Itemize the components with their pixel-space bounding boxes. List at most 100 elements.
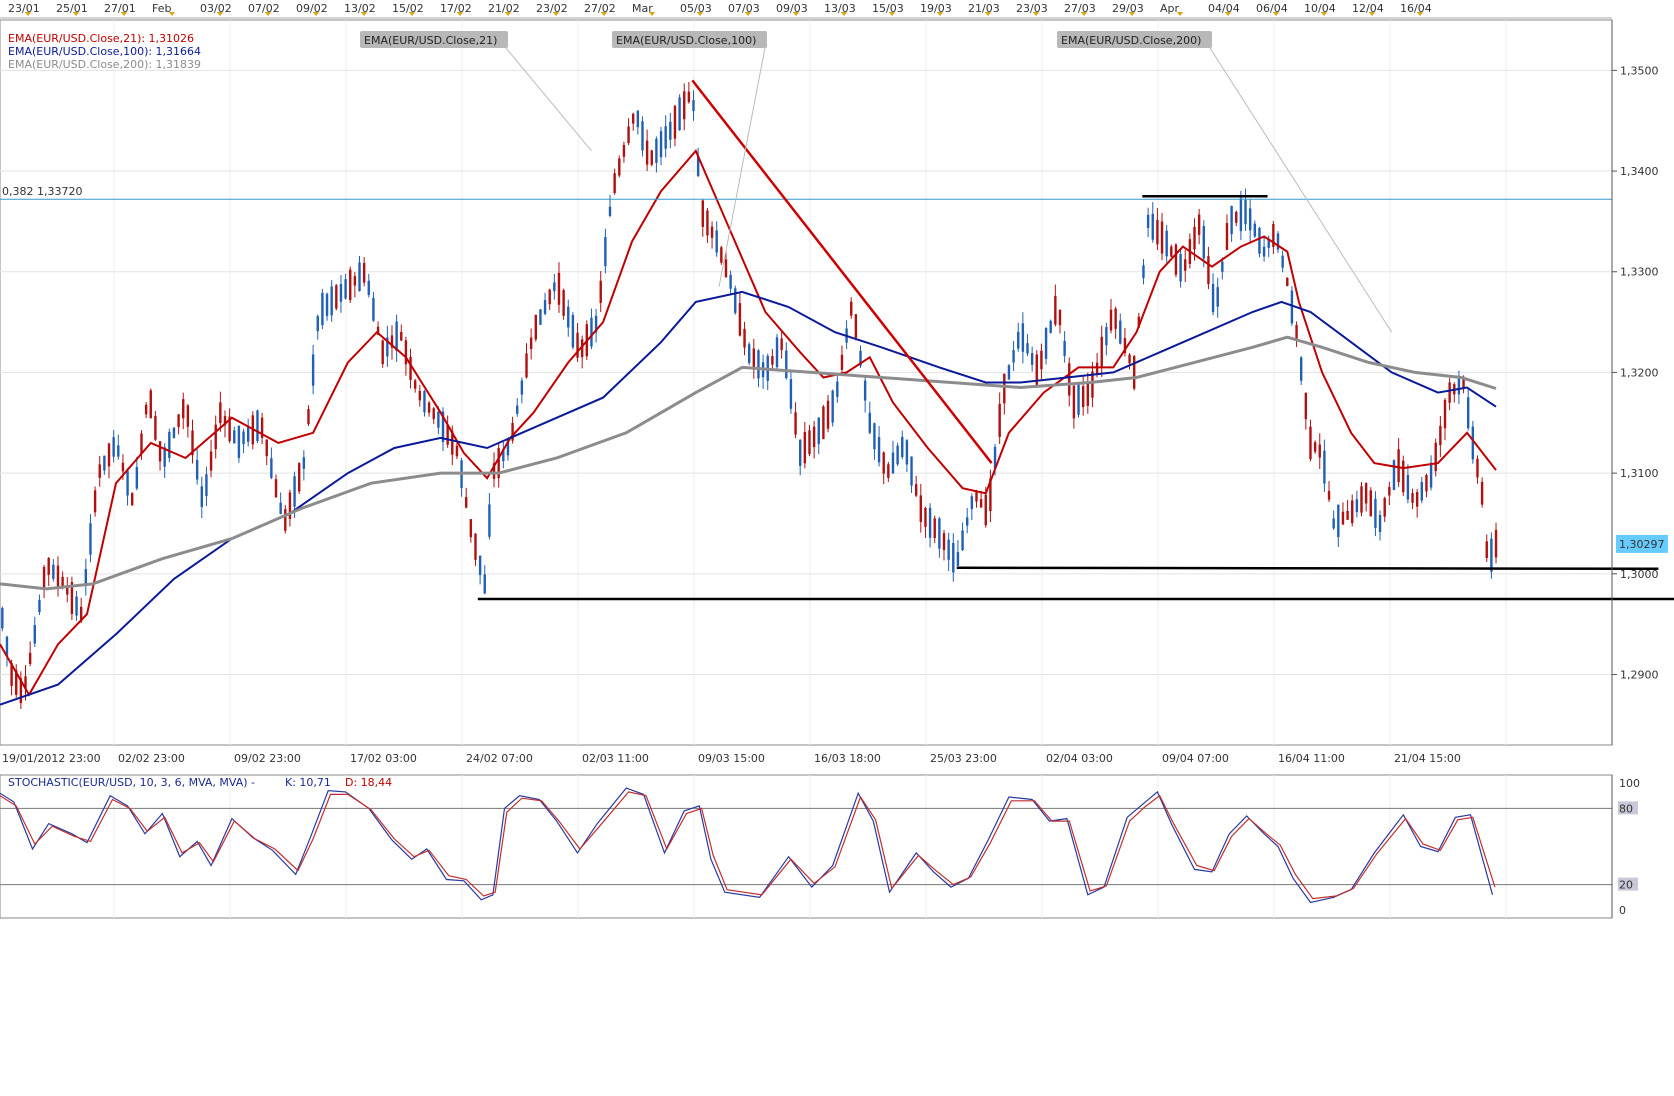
bottom-date-label: 19/01/2012 23:00 (2, 752, 101, 765)
bottom-date-label: 02/02 23:00 (118, 752, 185, 765)
candle-body (186, 405, 190, 427)
candle-body (836, 381, 839, 397)
candle-body (863, 380, 867, 401)
candle-body (237, 425, 241, 459)
candle-body (1346, 510, 1349, 520)
candle-body (743, 328, 746, 348)
candle-body (1295, 325, 1298, 340)
candle-body (1402, 460, 1405, 493)
candle-body (794, 412, 797, 435)
candle-body (1281, 255, 1284, 268)
candle-body (706, 210, 709, 236)
candle-body (873, 423, 876, 450)
candle-body (854, 314, 858, 338)
candle-body (882, 452, 885, 474)
candle-body (1439, 425, 1442, 446)
candle-body (738, 303, 742, 336)
candle-body (650, 150, 653, 165)
candle-body (293, 476, 296, 507)
candle-body (914, 484, 918, 496)
candle-body (330, 286, 333, 316)
candle-body (423, 390, 426, 413)
candle-body (1332, 518, 1335, 529)
candle-body (311, 354, 315, 386)
candle-body (966, 517, 969, 526)
candle-body (771, 356, 774, 365)
candle-body (144, 404, 148, 415)
top-date-label: 05/03 (680, 2, 712, 15)
candle-body (1374, 498, 1377, 528)
candle-body (942, 533, 946, 551)
top-date-label: Feb (152, 2, 171, 15)
candle-body (1286, 277, 1289, 286)
ema-legend-entry: EMA(EUR/USD.Close,100): 1,31664 (8, 45, 201, 58)
candle-body (1017, 331, 1020, 349)
candle-body (242, 431, 245, 445)
candle-body (529, 337, 533, 349)
candle-body (1494, 529, 1498, 558)
top-date-label: 23/03 (1016, 2, 1048, 15)
candle-body (1021, 323, 1025, 352)
candle-body (1105, 327, 1108, 346)
candle-body (1063, 340, 1066, 356)
candle-body (182, 399, 185, 419)
ema-legend-entry: EMA(EUR/USD.Close,21): 1,31026 (8, 32, 194, 45)
bottom-date-label: 09/04 07:00 (1162, 752, 1229, 765)
candle-body (1077, 383, 1080, 415)
candle-body (655, 138, 658, 163)
candle-body (1202, 226, 1205, 259)
stoch-y-tick-label: 80 (1619, 802, 1633, 815)
annotation-support-line (956, 566, 1659, 571)
bottom-date-label: 24/02 07:00 (466, 752, 533, 765)
candle-body (961, 530, 964, 551)
candle-body (1485, 541, 1488, 559)
candle-body (1258, 228, 1261, 254)
candle-body (780, 338, 783, 351)
candle-body (1248, 208, 1252, 231)
top-date-label: 13/02 (344, 2, 376, 15)
candle-body (678, 97, 681, 131)
candle-body (404, 340, 408, 365)
candle-body (525, 353, 528, 378)
candle-body (1230, 206, 1233, 235)
stoch-y-tick-label: 100 (1619, 777, 1640, 790)
candle-body (274, 479, 278, 498)
candle-body (645, 140, 649, 165)
candle-body (1239, 198, 1243, 232)
candle-body (812, 426, 816, 448)
candle-body (928, 507, 932, 538)
candle-body (84, 569, 88, 584)
candle-body (131, 493, 134, 506)
candle-body (75, 596, 78, 616)
candle-body (548, 289, 551, 305)
candle-body (1058, 309, 1062, 326)
candle-body (33, 624, 36, 644)
top-date-label: 17/02 (440, 2, 472, 15)
bottom-date-label: 09/03 15:00 (698, 752, 765, 765)
candle-body (1146, 214, 1150, 228)
candle-body (896, 445, 899, 465)
candle-body (367, 280, 370, 295)
candle-body (418, 390, 422, 401)
candle-body (613, 173, 616, 194)
candle-body (427, 402, 431, 413)
candle-body (1119, 320, 1122, 344)
candle-body (98, 464, 101, 478)
candle-body (362, 262, 366, 283)
candle-body (1420, 481, 1424, 501)
candle-body (279, 502, 282, 514)
candle-body (622, 145, 626, 157)
candle-body (808, 430, 811, 455)
candle-body (641, 121, 644, 151)
candle-body (339, 284, 343, 302)
candle-body (1197, 214, 1201, 235)
candle-body (1081, 386, 1085, 408)
candle-body (632, 113, 635, 124)
bottom-date-label: 17/02 03:00 (350, 752, 417, 765)
top-date-label: 03/02 (200, 2, 232, 15)
candle-body (604, 237, 607, 267)
top-date-label: 16/04 (1400, 2, 1432, 15)
candle-body (209, 451, 213, 471)
candle-body (1114, 308, 1117, 329)
top-date-label: 27/01 (104, 2, 136, 15)
